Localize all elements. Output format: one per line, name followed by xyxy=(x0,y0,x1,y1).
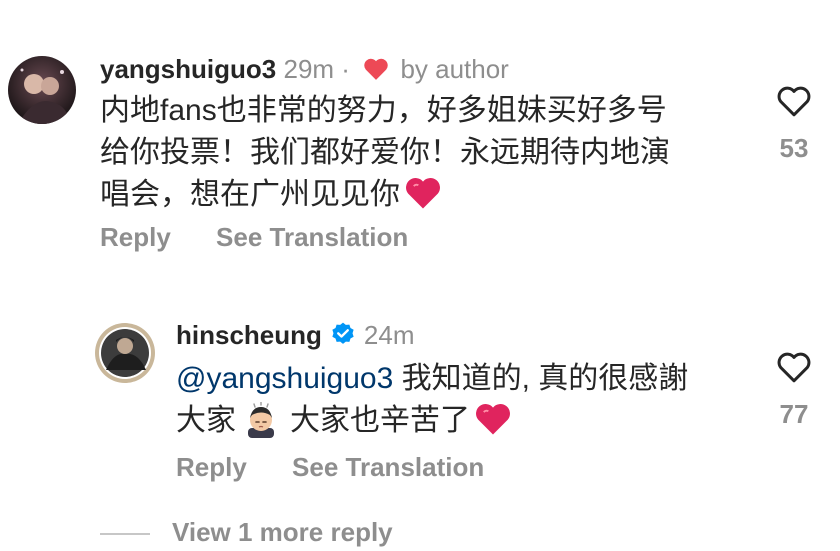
comment-yangshuiguo3: yangshuiguo3 29m · by author 内地fans也非常的努… xyxy=(0,0,840,270)
liked-by-author-heart-icon xyxy=(363,55,389,89)
red-heart-emoji-icon xyxy=(474,402,512,448)
heart-outline-icon[interactable] xyxy=(776,350,812,389)
view-more-replies-button[interactable]: View 1 more reply xyxy=(100,517,393,548)
reply-actions: Reply See Translation xyxy=(176,452,522,483)
reply-text-line: @yangshuiguo3 我知道的, 真的很感謝 xyxy=(176,358,688,400)
reply-text-line: 大家 大家也辛苦了 xyxy=(176,400,688,450)
reply-text-segment: 大家 xyxy=(176,404,236,437)
avatar[interactable] xyxy=(94,322,156,384)
comment-text-line: 唱会，想在广州见见你 xyxy=(100,174,670,222)
see-translation-button[interactable]: See Translation xyxy=(292,452,484,482)
username[interactable]: hinscheung xyxy=(176,320,322,350)
comment-text: 内地fans也非常的努力，好多姐妹买好多号 给你投票！我们都好爱你！永远期待内地… xyxy=(100,90,670,222)
reply-button[interactable]: Reply xyxy=(176,452,247,482)
red-heart-emoji-icon xyxy=(404,176,442,222)
see-translation-button[interactable]: See Translation xyxy=(216,222,408,252)
heart-outline-icon[interactable] xyxy=(776,84,812,123)
reply-text: @yangshuiguo3 我知道的, 真的很感謝 大家 大家也辛苦了 xyxy=(176,358,688,450)
comment-header: yangshuiguo3 29m · by author xyxy=(100,52,509,89)
timestamp: 29m xyxy=(283,54,335,84)
reply-text-segment: 我知道的, 真的很感謝 xyxy=(393,362,689,395)
view-more-replies-label: View 1 more reply xyxy=(172,517,393,547)
like-count: 77 xyxy=(779,399,809,429)
verified-badge-icon xyxy=(330,321,356,355)
comment-text-segment: 唱会，想在广州见见你 xyxy=(100,178,400,211)
comment-actions: Reply See Translation xyxy=(100,222,446,253)
separator: · xyxy=(341,54,350,84)
reply-hinscheung: hinscheung 24m @yangshuiguo3 我知道的, 真的很感謝… xyxy=(0,300,840,500)
username[interactable]: yangshuiguo3 xyxy=(100,54,276,84)
like-count: 53 xyxy=(779,133,809,163)
face-emoji-icon xyxy=(242,401,280,450)
comment-text-line: 给你投票！我们都好爱你！永远期待内地演 xyxy=(100,136,670,169)
reply-text-segment: 大家也辛苦了 xyxy=(290,404,470,437)
like-control: 77 xyxy=(764,350,824,430)
comment-text-line: 内地fans也非常的努力，好多姐妹买好多号 xyxy=(100,94,667,127)
reply-header: hinscheung 24m xyxy=(176,318,414,355)
like-control: 53 xyxy=(764,84,824,164)
reply-button[interactable]: Reply xyxy=(100,222,171,252)
timestamp: 24m xyxy=(363,320,415,350)
avatar[interactable] xyxy=(8,56,76,124)
liked-by-author-label: by author xyxy=(400,54,509,84)
divider xyxy=(100,533,150,536)
mention-link[interactable]: @yangshuiguo3 xyxy=(176,362,393,395)
